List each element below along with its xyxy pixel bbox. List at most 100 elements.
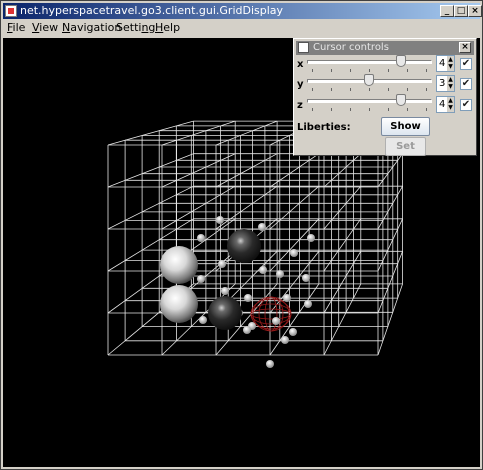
menu-setting[interactable]: Setting <box>116 21 155 35</box>
frame-icon <box>298 42 309 53</box>
z-spinner[interactable]: 4 ▲ ▼ <box>436 96 455 113</box>
window-title: net.hyperspacetravel.go3.client.gui.Grid… <box>20 4 284 17</box>
grid-line <box>107 153 194 188</box>
grid-point[interactable] <box>266 360 274 368</box>
menu-file[interactable]: File <box>7 21 25 35</box>
grid-point[interactable] <box>259 266 267 274</box>
grid-point[interactable] <box>302 274 310 282</box>
application-window: net.hyperspacetravel.go3.client.gui.Grid… <box>0 0 483 470</box>
grid-point[interactable] <box>307 234 315 242</box>
slider-tick <box>388 69 389 72</box>
java-app-icon <box>5 5 17 17</box>
z-checkbox[interactable]: ✔ <box>460 99 472 111</box>
slider-tick <box>388 108 389 111</box>
cursor-controls-title-bar[interactable]: Cursor controls × <box>296 41 474 55</box>
slider-tick <box>426 108 427 111</box>
x-checkbox[interactable]: ✔ <box>460 58 472 70</box>
cursor-wireframe <box>250 296 292 332</box>
grid-point[interactable] <box>289 328 297 336</box>
grid-line <box>377 283 403 356</box>
grid-point[interactable] <box>197 275 205 283</box>
grid-point[interactable] <box>290 249 298 257</box>
grid-line <box>323 283 362 356</box>
cursor-ring <box>250 303 292 325</box>
slider-tick <box>350 88 351 91</box>
spin-up-icon[interactable]: ▲ <box>447 97 454 104</box>
liberties-label: Liberties: <box>297 122 351 133</box>
grid-point[interactable] <box>281 336 289 344</box>
z-axis-label: z <box>297 100 303 111</box>
menu-view[interactable]: View <box>32 21 58 35</box>
grid-line <box>323 185 362 230</box>
y-slider-ticks <box>312 88 430 92</box>
slider-tick <box>312 88 313 91</box>
grid-point[interactable] <box>199 316 207 324</box>
slider-tick <box>350 69 351 72</box>
spin-down-icon[interactable]: ▼ <box>447 63 454 70</box>
x-slider-thumb[interactable] <box>396 55 406 67</box>
z-slider-track[interactable] <box>307 99 432 103</box>
grid-line <box>323 218 362 272</box>
spin-down-icon[interactable]: ▼ <box>447 104 454 111</box>
y-axis-label: y <box>297 79 304 90</box>
grid-point[interactable] <box>258 223 266 231</box>
x-slider-track[interactable] <box>307 60 432 64</box>
grid-line <box>215 185 278 230</box>
black-stone[interactable] <box>208 296 242 330</box>
slider-tick <box>369 108 370 111</box>
slider-tick <box>369 69 370 72</box>
slider-tick <box>407 88 408 91</box>
minimize-button[interactable]: _ <box>440 5 454 17</box>
grid-point[interactable] <box>243 326 251 334</box>
spin-down-icon[interactable]: ▼ <box>447 83 454 90</box>
grid-line <box>161 153 236 188</box>
grid-point[interactable] <box>283 294 291 302</box>
grid-point[interactable] <box>197 234 205 242</box>
cursor-controls-panel: Cursor controls × x 4 ▲ ▼ ✔ y 3 ▲ ▼ ✔ z 4 ▲ ▼ … <box>293 38 477 156</box>
grid-line <box>107 185 194 230</box>
grid-point[interactable] <box>304 300 312 308</box>
maximize-button[interactable]: □ <box>454 5 468 17</box>
close-button[interactable]: × <box>468 5 482 17</box>
menu-help[interactable]: Help <box>155 21 180 35</box>
grid-point[interactable] <box>218 260 226 268</box>
set-button: Set <box>385 137 426 156</box>
show-button[interactable]: Show <box>381 117 430 136</box>
menu-navigation[interactable]: Navigation <box>62 21 121 35</box>
slider-tick <box>407 108 408 111</box>
grid-point[interactable] <box>216 216 224 224</box>
cursor-controls-title: Cursor controls <box>313 42 389 53</box>
slider-tick <box>407 69 408 72</box>
grid-point[interactable] <box>272 317 280 325</box>
y-checkbox[interactable]: ✔ <box>460 78 472 90</box>
grid-line <box>161 185 236 230</box>
z-slider-ticks <box>312 108 430 112</box>
grid-point[interactable] <box>244 294 252 302</box>
y-spinner[interactable]: 3 ▲ ▼ <box>436 75 455 92</box>
grid-point[interactable] <box>221 287 229 295</box>
slider-tick <box>312 108 313 111</box>
cursor-ring <box>250 308 292 320</box>
slider-tick <box>331 69 332 72</box>
spin-up-icon[interactable]: ▲ <box>447 56 454 63</box>
title-bar[interactable]: net.hyperspacetravel.go3.client.gui.Grid… <box>3 3 482 19</box>
x-axis-label: x <box>297 59 304 70</box>
grid-line <box>377 186 403 230</box>
slider-tick <box>312 69 313 72</box>
slider-tick <box>350 108 351 111</box>
white-stone[interactable] <box>160 285 198 323</box>
close-icon[interactable]: × <box>459 42 471 53</box>
slider-tick <box>331 88 332 91</box>
black-stone[interactable] <box>227 229 261 263</box>
white-stone[interactable] <box>160 246 198 284</box>
grid-line <box>107 120 194 146</box>
spin-up-icon[interactable]: ▲ <box>447 76 454 83</box>
menu-bar: File View Navigation Setting Help <box>3 20 480 37</box>
grid-line <box>377 153 403 188</box>
slider-tick <box>369 88 370 91</box>
cursor-ring <box>252 296 290 332</box>
x-spinner[interactable]: 4 ▲ ▼ <box>436 55 455 72</box>
z-slider-thumb[interactable] <box>396 94 406 106</box>
y-slider-thumb[interactable] <box>364 74 374 86</box>
grid-point[interactable] <box>276 270 284 278</box>
